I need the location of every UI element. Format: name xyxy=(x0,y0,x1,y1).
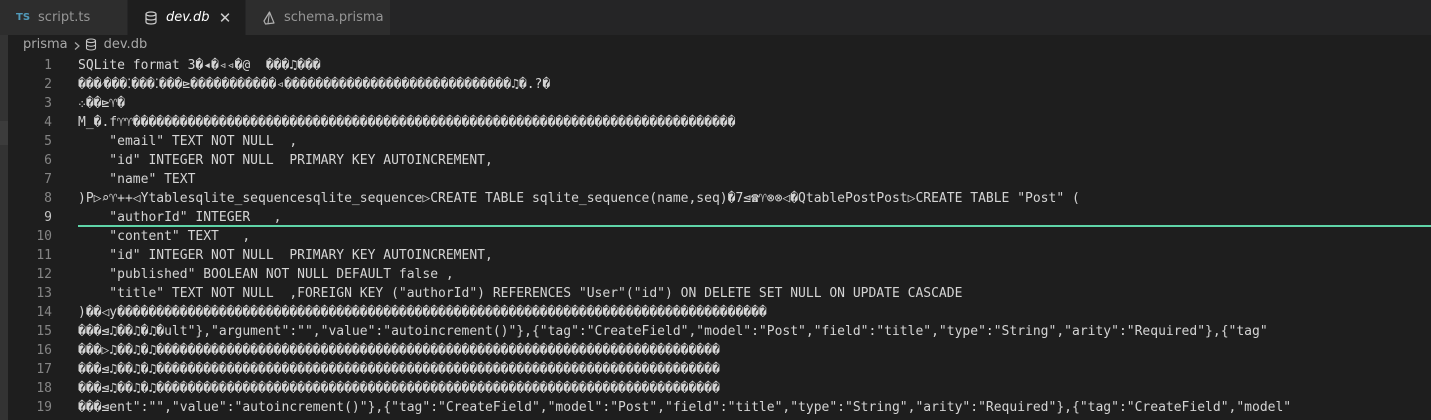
code-line[interactable]: 16 ���▷♫��♫�♫����������������������������… xyxy=(8,341,1431,360)
line-text: )��◁y�����������������������������������… xyxy=(78,305,767,320)
line-text: "id" INTEGER NOT NULL PRIMARY KEY AUTOIN… xyxy=(78,153,493,168)
line-text: "title" TEXT NOT NULL ,FOREIGN KEY ("aut… xyxy=(78,286,963,301)
line-text: ���⊴♫��♫�♫������������������������������… xyxy=(78,381,720,396)
code-line[interactable]: 13 "title" TEXT NOT NULL ,FOREIGN KEY ("… xyxy=(8,284,1431,303)
code-line[interactable]: 17 ���⊴♫��♫�♫����������������������������… xyxy=(8,360,1431,379)
code-line[interactable]: 4 M̲�.f♈♈��������������������������������… xyxy=(8,113,1431,132)
code-line[interactable]: 5 "email" TEXT NOT NULL , xyxy=(8,132,1431,151)
line-number: 6 xyxy=(44,153,52,168)
line-text: ���⊴ent":"","value":"autoincrement()"},{… xyxy=(78,400,1292,415)
line-text: "name" TEXT xyxy=(78,172,196,187)
line-text: ܀��⊵♈� xyxy=(78,96,125,111)
line-number: 16 xyxy=(36,343,52,358)
code-line[interactable]: 19 ���⊴ent":"","value":"autoincrement()"}… xyxy=(8,398,1431,417)
line-number: 2 xyxy=(44,77,52,92)
breadcrumb-folder[interactable]: prisma xyxy=(23,37,68,52)
line-number: 19 xyxy=(36,400,52,415)
line-text: ���▷♫��♫�♫������������������������������… xyxy=(78,343,720,358)
line-text: "authorId" INTEGER , xyxy=(78,210,282,225)
line-number: 7 xyxy=(44,172,52,187)
line-number: 17 xyxy=(36,362,52,377)
tab-label: dev.db xyxy=(166,10,210,25)
chevron-right-icon xyxy=(72,40,82,50)
close-icon[interactable]: ✕ xyxy=(217,9,233,27)
line-number: 3 xyxy=(44,96,52,111)
code-line[interactable]: 3 ܀��⊵♈� xyxy=(8,94,1431,113)
code-line[interactable]: 2 ���⁄���⁚���⁚���⊵�����������◃�����������… xyxy=(8,75,1431,94)
line-text: SQLite format 3�◂�◃◃�@ ���♫��� xyxy=(78,58,321,73)
tab-dev-db[interactable]: dev.db ✕ xyxy=(128,0,246,35)
line-number: 8 xyxy=(44,191,52,206)
line-number: 18 xyxy=(36,381,52,396)
database-icon xyxy=(144,10,158,25)
line-number: 5 xyxy=(44,134,52,149)
line-text: "email" TEXT NOT NULL , xyxy=(78,134,298,149)
line-number: 14 xyxy=(36,305,52,320)
line-text: "content" TEXT , xyxy=(78,229,251,244)
code-line[interactable]: 10 "content" TEXT , xyxy=(8,227,1431,246)
code-line[interactable]: 12 "published" BOOLEAN NOT NULL DEFAULT … xyxy=(8,265,1431,284)
code-line[interactable]: 11 "id" INTEGER NOT NULL PRIMARY KEY AUT… xyxy=(8,246,1431,265)
tab-bar: TS script.ts dev.db ✕ schema.prisma xyxy=(0,0,1431,35)
tab-script-ts[interactable]: TS script.ts xyxy=(0,0,128,35)
code-line[interactable]: 7 "name" TEXT xyxy=(8,170,1431,189)
breadcrumb: prisma dev.db xyxy=(8,35,1431,54)
activity-marker xyxy=(0,121,8,145)
line-text: ���⁄���⁚���⁚���⊵�����������◃������������… xyxy=(78,77,551,92)
code-line[interactable]: 9 "authorId" INTEGER , xyxy=(8,208,1431,227)
line-number: 4 xyxy=(44,115,52,130)
line-number: 1 xyxy=(44,58,52,73)
line-number: 11 xyxy=(36,248,52,263)
line-text: "published" BOOLEAN NOT NULL DEFAULT fal… xyxy=(78,267,454,282)
line-text: "id" INTEGER NOT NULL PRIMARY KEY AUTOIN… xyxy=(78,248,493,263)
line-text: ���⊴♫��♫�♫������������������������������… xyxy=(78,362,720,377)
tab-label: schema.prisma xyxy=(284,10,384,25)
tab-schema-prisma[interactable]: schema.prisma xyxy=(246,0,391,35)
line-text: M̲�.f♈♈���������������������������������… xyxy=(78,115,736,130)
line-number: 12 xyxy=(36,267,52,282)
tab-label: script.ts xyxy=(38,10,91,25)
line-number: 15 xyxy=(36,324,52,339)
prisma-icon xyxy=(262,10,276,25)
breadcrumb-file[interactable]: dev.db xyxy=(104,37,148,52)
line-text: ���⊴♫��♫�♫�ult"},"argument":"","value":"… xyxy=(78,324,1268,339)
line-text: )P▷⌕♈++◁Ytablesqlite_sequencesqlite_sequ… xyxy=(78,191,1080,206)
line-number: 13 xyxy=(36,286,52,301)
code-line[interactable]: 8 )P▷⌕♈++◁Ytablesqlite_sequencesqlite_seq… xyxy=(8,189,1431,208)
line-number: 10 xyxy=(36,229,52,244)
typescript-icon: TS xyxy=(16,12,31,23)
editor-window: TS script.ts dev.db ✕ schema.prisma pris… xyxy=(0,0,1431,420)
line-number: 9 xyxy=(44,210,52,225)
code-editor[interactable]: 1 SQLite format 3�◂�◃◃�@ ���♫��� 2 ���⁄���⁚… xyxy=(8,54,1431,420)
code-line[interactable]: 1 SQLite format 3�◂�◃◃�@ ���♫��� xyxy=(8,56,1431,75)
code-line[interactable]: 14 )��◁y���������������������������������… xyxy=(8,303,1431,322)
activity-bar-edge xyxy=(0,35,8,420)
database-icon xyxy=(85,38,97,51)
code-line[interactable]: 15 ���⊴♫��♫�♫�ult"},"argument":"","value"… xyxy=(8,322,1431,341)
code-line[interactable]: 6 "id" INTEGER NOT NULL PRIMARY KEY AUTO… xyxy=(8,151,1431,170)
code-line[interactable]: 18 ���⊴♫��♫�♫����������������������������… xyxy=(8,379,1431,398)
